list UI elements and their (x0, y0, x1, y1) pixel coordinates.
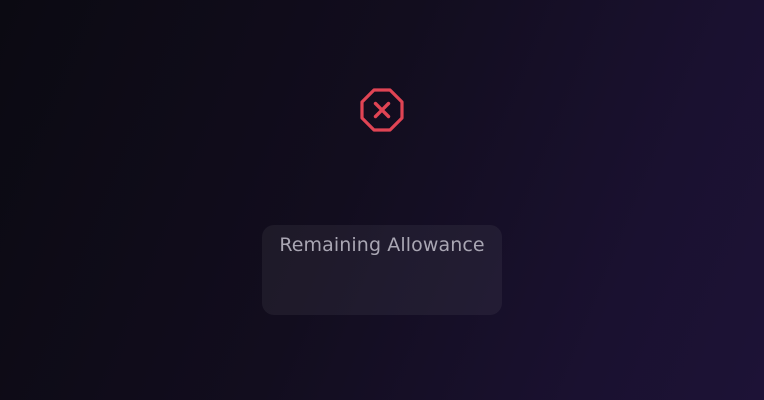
page: { "status": { "icon": "error-octagon-x-i… (0, 0, 764, 400)
allowance-card: Remaining Allowance (262, 225, 502, 315)
error-icon (359, 87, 405, 133)
allowance-label: Remaining Allowance (279, 234, 485, 256)
error-octagon-x-icon (360, 88, 404, 132)
allowance-value (262, 271, 502, 299)
